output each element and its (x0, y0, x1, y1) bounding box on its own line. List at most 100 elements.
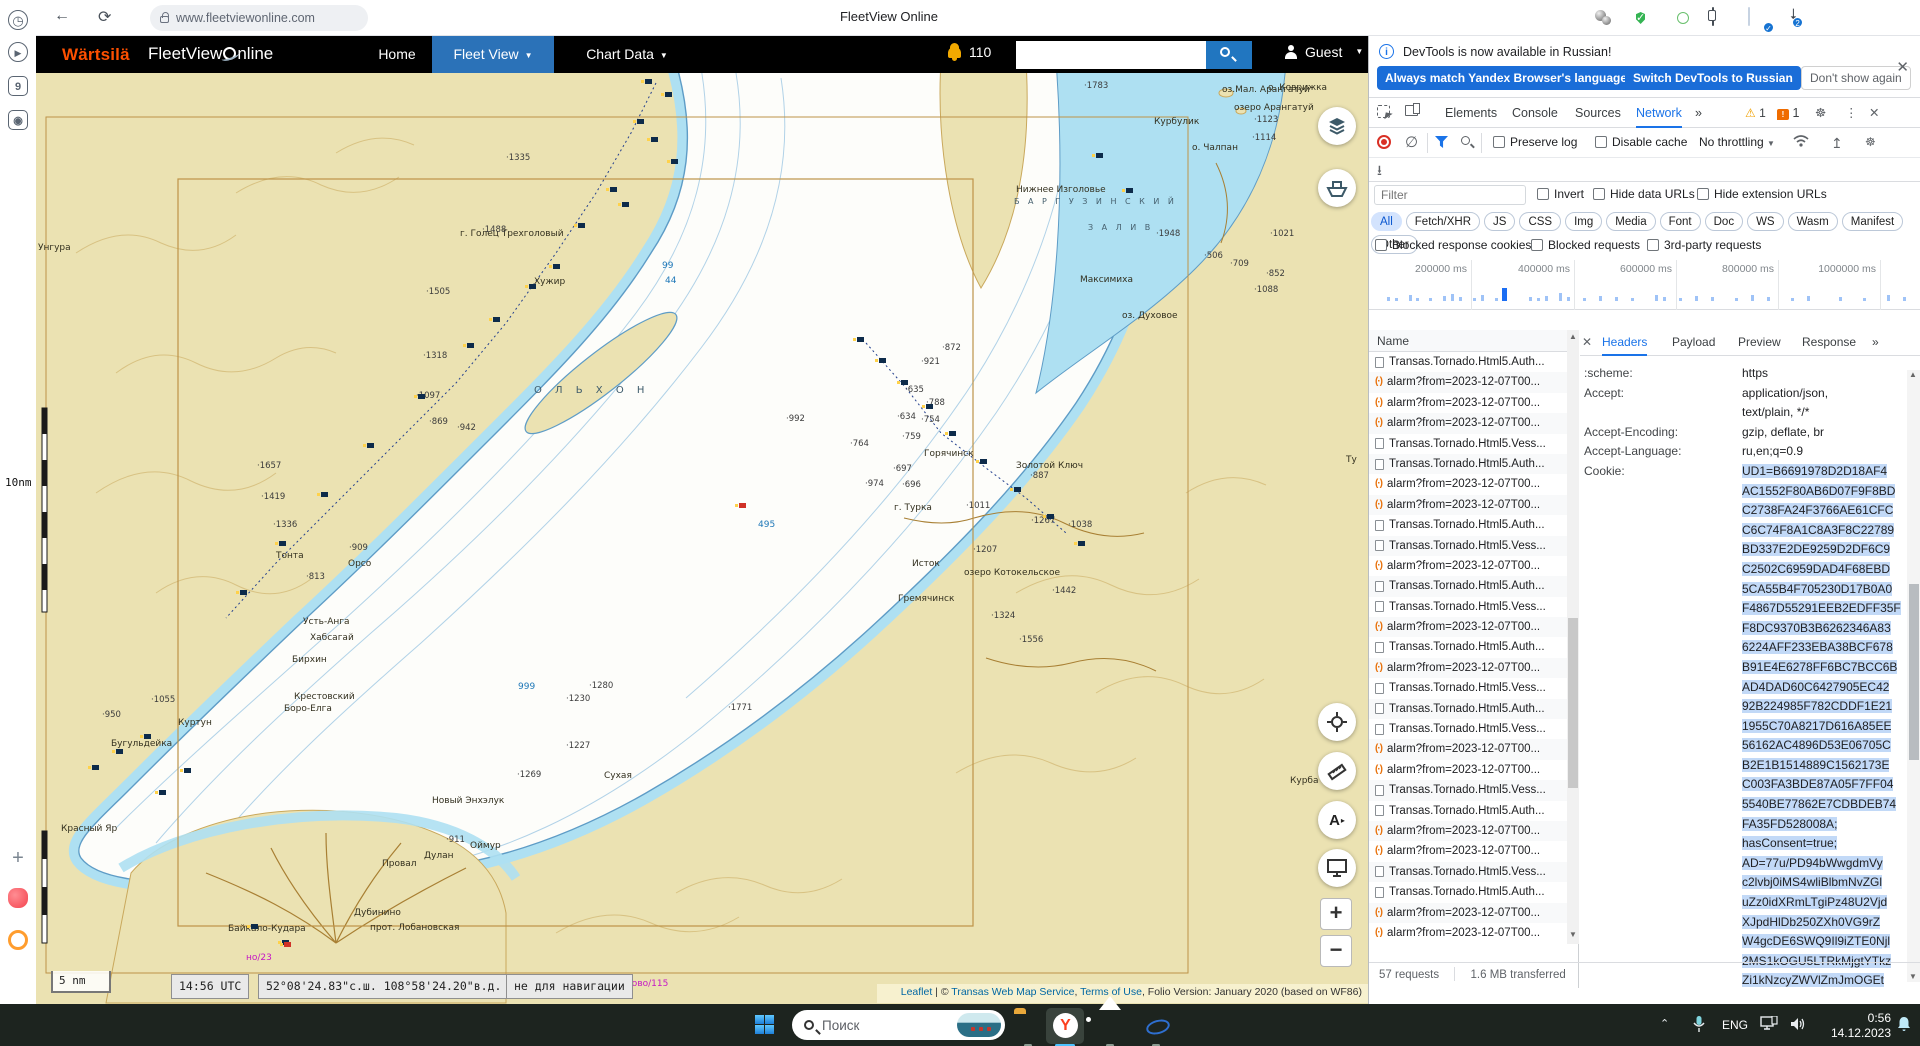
tab-network[interactable]: Network (1636, 98, 1682, 128)
vessel-marker[interactable] (671, 159, 678, 164)
request-row[interactable]: Transas.Tornado.Html5.Vess... (1369, 780, 1567, 800)
filter-chip-js[interactable]: JS (1484, 212, 1515, 231)
dont-show-button[interactable]: Don't show again (1801, 66, 1911, 90)
nav-fleet-view[interactable]: Fleet View▼ (432, 36, 554, 73)
leaflet-link[interactable]: Leaflet (901, 986, 933, 998)
network-settings-icon[interactable]: ☸ (1865, 135, 1876, 149)
vessel-marker[interactable] (92, 765, 99, 770)
reload-button[interactable]: ⟳ (98, 7, 111, 27)
nautical-chart-map[interactable]: оз.Мал. Арангатуйо. Коврижкаозеро Аранга… (36, 73, 1368, 1004)
export-har-icon[interactable]: ⭳ (1377, 160, 1382, 184)
vessel-marker[interactable] (116, 749, 123, 754)
hide-data-urls-checkbox[interactable]: Hide data URLs (1593, 187, 1695, 201)
nav-chart-data[interactable]: Chart Data▼ (572, 36, 682, 73)
adblock-shield-icon[interactable]: ✓ (1634, 8, 1654, 28)
request-row[interactable]: (·)alarm?from=2023-12-07T00... (1369, 617, 1567, 637)
filter-chip-fetch-xhr[interactable]: Fetch/XHR (1406, 212, 1480, 231)
fleet-button[interactable] (1318, 169, 1356, 207)
vessel-marker[interactable] (553, 264, 560, 269)
issues-badge[interactable]: ! 1 (1777, 98, 1799, 128)
request-row[interactable]: Transas.Tornado.Html5.Vess... (1369, 719, 1567, 739)
filter-chip-doc[interactable]: Doc (1705, 212, 1743, 231)
annotate-button[interactable]: A▸ (1318, 801, 1356, 839)
filter-chip-all[interactable]: All (1371, 212, 1402, 231)
vessel-label[interactable]: но/23 (246, 953, 272, 963)
blocked-requests-checkbox[interactable]: Blocked requests (1531, 238, 1640, 252)
close-devtools-icon[interactable]: ✕ (1869, 98, 1879, 128)
tab-count-badge[interactable]: 9 (8, 76, 28, 96)
more-detail-tabs-icon[interactable]: » (1872, 330, 1879, 356)
request-row[interactable]: Transas.Tornado.Html5.Auth... (1369, 801, 1567, 821)
invert-checkbox[interactable]: Invert (1537, 187, 1584, 201)
downloads-icon[interactable]: ⭣2 (1790, 6, 1797, 23)
vessel-marker[interactable] (1126, 188, 1133, 193)
measure-button[interactable] (1318, 752, 1356, 790)
request-row[interactable]: (·)alarm?from=2023-12-07T00... (1369, 474, 1567, 494)
request-row[interactable]: Transas.Tornado.Html5.Auth... (1369, 454, 1567, 474)
request-row[interactable]: Transas.Tornado.Html5.Auth... (1369, 637, 1567, 657)
tab-preview[interactable]: Preview (1738, 330, 1781, 356)
vessel-marker[interactable] (645, 79, 652, 84)
microphone-icon[interactable] (1692, 1015, 1706, 1038)
third-party-checkbox[interactable]: 3rd-party requests (1647, 238, 1761, 252)
screen-button[interactable] (1318, 849, 1356, 887)
vessel-marker[interactable] (857, 337, 864, 342)
back-button[interactable]: ← (54, 7, 70, 25)
vessel-marker[interactable] (622, 202, 629, 207)
record-button[interactable] (1377, 135, 1391, 149)
vessel-marker[interactable] (279, 541, 286, 546)
screenshot-icon[interactable]: ◉ (8, 110, 28, 130)
tab-elements[interactable]: Elements (1445, 98, 1497, 128)
start-button[interactable] (755, 1015, 774, 1034)
vessel-marker[interactable] (184, 768, 191, 773)
request-row[interactable]: Transas.Tornado.Html5.Auth... (1369, 515, 1567, 535)
request-row[interactable]: (·)alarm?from=2023-12-07T00... (1369, 821, 1567, 841)
vessel-marker[interactable] (1096, 153, 1103, 158)
detail-scrollbar[interactable]: ▲ ▼ (1907, 370, 1920, 982)
language-indicator[interactable]: ENG (1722, 1018, 1748, 1032)
switch-russian-button[interactable]: Switch DevTools to Russian (1625, 66, 1801, 90)
network-icon[interactable] (1760, 1016, 1778, 1037)
request-row[interactable]: (·)alarm?from=2023-12-07T00... (1369, 739, 1567, 759)
request-row[interactable]: Transas.Tornado.Html5.Vess... (1369, 678, 1567, 698)
clock-date[interactable]: 14.12.2023 (1815, 1026, 1891, 1040)
vessel-marker[interactable] (610, 187, 617, 192)
volume-icon[interactable] (1790, 1016, 1808, 1037)
request-row[interactable]: (·)alarm?from=2023-12-07T00... (1369, 923, 1567, 943)
network-overview-timeline[interactable]: 200000 ms400000 ms600000 ms800000 ms1000… (1369, 260, 1920, 310)
play-icon[interactable]: ▶ (8, 42, 28, 62)
request-row[interactable]: (·)alarm?from=2023-12-07T00... (1369, 556, 1567, 576)
request-row[interactable]: (·)alarm?from=2023-12-07T00... (1369, 495, 1567, 515)
collections-icon[interactable] (1710, 8, 1730, 28)
request-row[interactable]: (·)alarm?from=2023-12-07T00... (1369, 372, 1567, 392)
tab-sources[interactable]: Sources (1575, 98, 1621, 128)
vessel-marker[interactable] (665, 92, 672, 97)
vessel-marker[interactable] (144, 734, 151, 739)
warning-icon[interactable]: ⚠ 1 (1745, 98, 1766, 128)
alarm-bell[interactable]: 110 (948, 44, 991, 60)
request-row[interactable]: Transas.Tornado.Html5.Auth... (1369, 882, 1567, 902)
blocked-cookies-checkbox[interactable]: Blocked response cookies (1375, 238, 1531, 252)
settings-gear-icon[interactable]: ☸ (1815, 98, 1826, 128)
scroll-up-icon[interactable]: ▲ (1567, 332, 1579, 341)
vessel-marker-alert[interactable] (284, 942, 291, 947)
preserve-log-checkbox[interactable]: Preserve log (1493, 135, 1577, 149)
match-language-button[interactable]: Always match Yandex Browser's language (1377, 66, 1635, 90)
request-row[interactable]: Transas.Tornado.Html5.Vess... (1369, 434, 1567, 454)
request-row[interactable]: Transas.Tornado.Html5.Auth... (1369, 352, 1567, 372)
zoom-in-button[interactable]: + (1320, 898, 1352, 930)
taskbar-search[interactable]: Поиск (792, 1010, 1005, 1040)
network-filter-input[interactable] (1374, 185, 1526, 205)
network-search-icon[interactable] (1461, 136, 1470, 145)
vessel-marker[interactable] (980, 459, 987, 464)
request-row[interactable]: (·)alarm?from=2023-12-07T00... (1369, 760, 1567, 780)
vessel-marker[interactable] (578, 223, 585, 228)
filter-chip-ws[interactable]: WS (1747, 212, 1784, 231)
vessel-marker[interactable] (493, 317, 500, 322)
vessel-marker[interactable] (467, 343, 474, 348)
yandex-browser-icon[interactable]: Y (1046, 1008, 1084, 1044)
filter-chip-wasm[interactable]: Wasm (1788, 212, 1838, 231)
vessel-marker[interactable] (321, 492, 328, 497)
vessel-marker-alert[interactable] (739, 503, 746, 508)
transas-link[interactable]: Transas Web Map Service (951, 986, 1074, 998)
